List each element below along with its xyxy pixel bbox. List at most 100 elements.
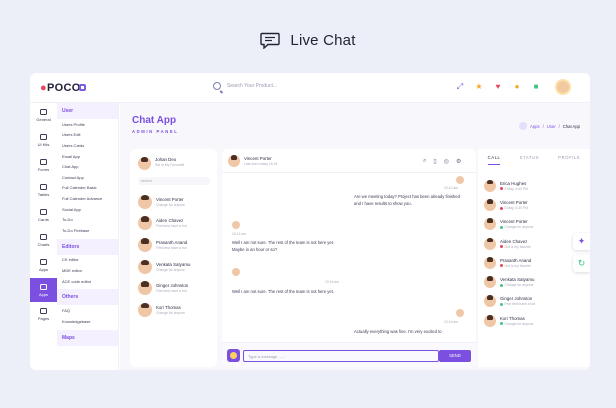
nav-tables[interactable]: Tables <box>30 178 57 203</box>
contact-item[interactable]: Vincent Porter Change for anyone <box>138 191 216 213</box>
apps-icon <box>40 259 47 265</box>
chat-bubble-icon <box>260 32 281 49</box>
submenu-item[interactable]: FAQ <box>57 305 118 316</box>
chat-tools: ⌕ ▯ ◎ ⚙ <box>423 158 461 165</box>
nav-cards[interactable]: Cards <box>30 203 57 228</box>
contact-status: Change for anyone <box>156 202 185 207</box>
contact-item[interactable]: Ginger Johnston First best have a bot <box>138 277 216 299</box>
contact-item[interactable]: Venkata Satyamu Change for anyone <box>138 256 216 278</box>
contact-item[interactable]: Kori Thomas Change for anyone <box>138 299 216 321</box>
call-status: 5 May, 5:30 PM <box>500 206 528 210</box>
bell-icon[interactable]: ● <box>512 82 522 92</box>
app-window: ●POCO Search Your Product... ⤢ ★ ♥ ● ■ G… <box>30 73 590 370</box>
contact-item[interactable]: Prasanth Anand First best have a bot <box>138 234 216 256</box>
submenu-item[interactable]: Users Edit <box>57 130 118 141</box>
avatar <box>484 276 496 289</box>
nav-charts[interactable]: Charts <box>30 228 57 253</box>
page-heading: Live Chat <box>0 29 616 51</box>
chat-last-seen: Last seen today 15:24 <box>244 162 278 166</box>
logo[interactable]: ●POCO <box>40 82 81 94</box>
submenu: User Users Profile Users Edit Users Card… <box>57 103 119 370</box>
submenu-item[interactable]: Chat App <box>57 161 118 172</box>
call-status: Change for anyone <box>500 322 533 326</box>
breadcrumb: Apps / User / Chat App <box>519 122 580 130</box>
call-status: Change for anyone <box>500 225 533 229</box>
message-time: 10:14 am <box>232 232 247 236</box>
submenu-item[interactable]: Social App <box>57 204 118 215</box>
submenu-item[interactable]: To-Do Firebase <box>57 225 118 236</box>
call-list: Erica Hughes 5 May, 4:40 PM Vincent Porte… <box>484 176 588 330</box>
tab-call[interactable]: CALL <box>487 155 501 165</box>
nav-apps-active[interactable]: Apps <box>30 278 57 302</box>
nav-forms[interactable]: Forms <box>30 153 57 178</box>
refresh-icon[interactable]: ↻ <box>573 255 590 272</box>
call-item[interactable]: Vincent Porter 5 May, 5:30 PM <box>484 195 588 214</box>
contact-name: Vincent Porter <box>156 196 184 202</box>
message-composer: Type a message ...... SEND <box>222 342 476 367</box>
divider <box>222 172 476 173</box>
home-icon[interactable] <box>519 122 528 130</box>
nav-apps[interactable]: Apps <box>30 253 57 278</box>
submenu-item[interactable]: ACE code editor <box>57 276 118 287</box>
submenu-item[interactable]: CK editor <box>57 255 118 266</box>
submenu-item[interactable]: Full Calender Basic <box>57 183 118 194</box>
avatar <box>138 302 152 317</box>
expand-icon[interactable]: ⤢ <box>455 82 465 92</box>
contacts-search-input[interactable]: search <box>138 177 210 185</box>
headset-icon[interactable]: ◎ <box>444 158 449 165</box>
tab-profile[interactable]: PROFILE <box>558 155 580 165</box>
pages-icon <box>40 308 47 314</box>
phone-icon[interactable]: ▯ <box>433 158 436 165</box>
emoji-button[interactable] <box>227 349 240 362</box>
table-icon <box>40 184 47 190</box>
breadcrumb-user[interactable]: User <box>547 124 556 129</box>
breadcrumb-apps[interactable]: Apps <box>530 124 540 129</box>
nav-ui-kits[interactable]: UI Kits <box>30 128 57 153</box>
settings-icon[interactable]: ⚙ <box>456 158 461 165</box>
message-text: Well I am not sure. The rest of the team… <box>232 240 335 252</box>
avatar <box>228 155 240 167</box>
contacts-panel: Johan Deo Set to My Favourite search Vin… <box>130 149 217 367</box>
search-input[interactable]: Search Your Product... <box>227 83 277 89</box>
right-tabs: CALL STATUS PROFILE <box>478 155 590 165</box>
send-button[interactable]: SEND <box>439 350 471 362</box>
call-item[interactable]: Vincent Porter Change for anyone <box>484 215 588 234</box>
call-item[interactable]: Kori Thomas Change for anyone <box>484 311 588 330</box>
avatar <box>456 176 464 184</box>
message-input[interactable]: Type a message ...... <box>243 350 439 362</box>
submenu-item[interactable]: Contact App <box>57 172 118 183</box>
star-icon[interactable]: ★ <box>474 82 484 92</box>
breadcrumb-chat-app: Chat App <box>562 123 580 129</box>
search-bar[interactable]: Search Your Product... <box>213 82 277 90</box>
submenu-item[interactable]: MDE editor <box>57 265 118 276</box>
submenu-section-editors: Editors <box>57 238 118 255</box>
call-item[interactable]: Ginger Johnston First best have a bot <box>484 292 588 311</box>
nav-pages[interactable]: Pages <box>30 302 57 327</box>
call-item[interactable]: Venkata Satyamu Change for anyone <box>484 272 588 291</box>
submenu-item[interactable]: Users Profile <box>57 119 118 130</box>
submenu-item[interactable]: Email App <box>57 151 118 162</box>
smiley-icon <box>230 352 237 359</box>
tab-status[interactable]: STATUS <box>520 155 540 165</box>
submenu-item[interactable]: Knowledgebase <box>57 316 118 327</box>
call-status: 5 May, 4:40 PM <box>500 187 528 191</box>
nav-general[interactable]: General <box>30 103 57 128</box>
heart-icon[interactable]: ♥ <box>493 82 503 92</box>
puzzle-icon[interactable]: ■ <box>531 82 541 92</box>
submenu-item[interactable]: Users Cards <box>57 140 118 151</box>
search-icon[interactable]: ⌕ <box>423 158 426 165</box>
user-avatar[interactable] <box>555 79 571 95</box>
submenu-item[interactable]: To-Do <box>57 214 118 225</box>
contact-item[interactable]: Aiden Chavez First best have a bot <box>138 213 216 235</box>
my-profile[interactable]: Johan Deo Set to My Favourite <box>138 157 184 170</box>
call-name: Ginger Johnston <box>500 296 533 302</box>
call-name: Vincent Porter <box>500 219 528 225</box>
message-time: 10:16 am <box>444 320 459 324</box>
home-icon <box>40 109 47 115</box>
submenu-item[interactable]: Full Calender Advance <box>57 193 118 204</box>
menu-toggle-icon[interactable] <box>79 84 86 91</box>
avatar <box>484 295 496 308</box>
call-item[interactable]: Erica Hughes 5 May, 4:40 PM <box>484 176 588 195</box>
message-time: 10:16 am <box>325 280 340 284</box>
customizer-icon[interactable]: ✦ <box>573 233 590 250</box>
